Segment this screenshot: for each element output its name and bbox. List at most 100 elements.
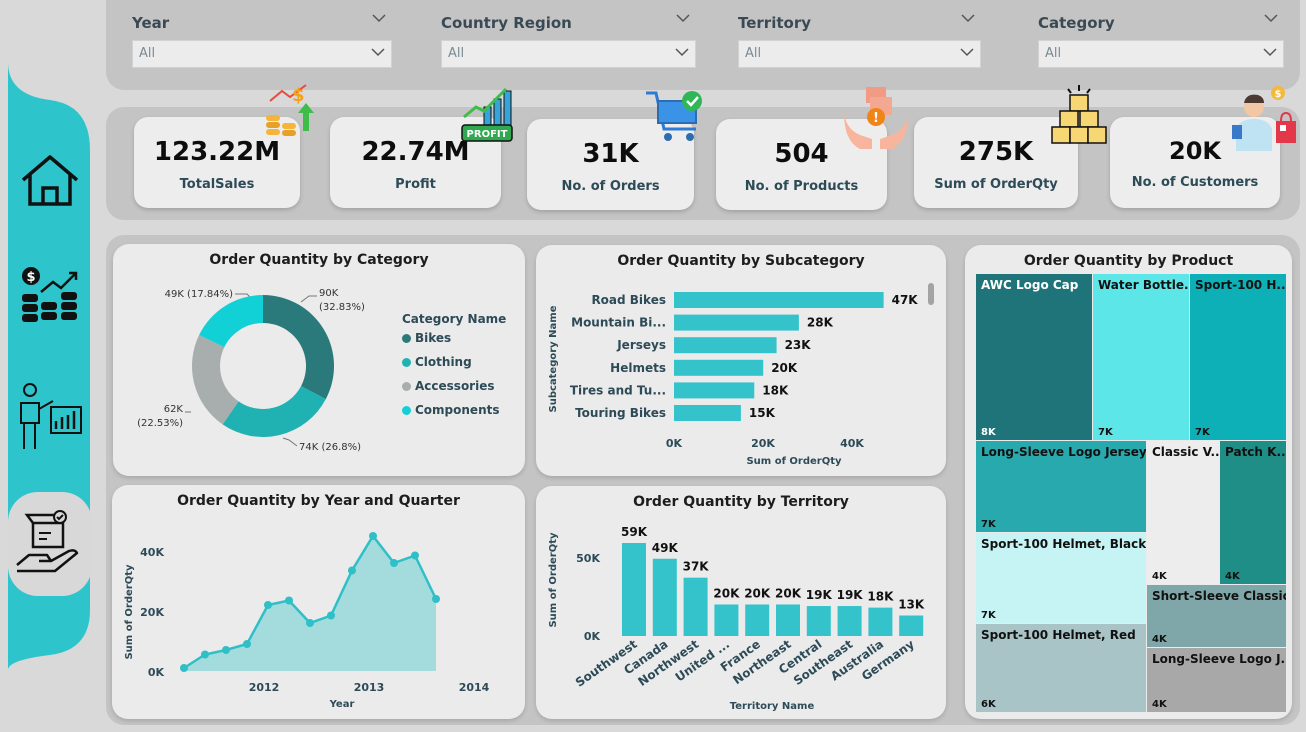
treemap-cell[interactable]: Sport-100 Helmet, Black 7K <box>976 533 1146 623</box>
x-tick-label: 40K <box>840 437 864 450</box>
nav-presentation[interactable] <box>10 375 90 455</box>
treemap-cell[interactable]: Water Bottle... 7K <box>1093 274 1189 440</box>
bar[interactable] <box>714 604 739 636</box>
bar[interactable] <box>899 615 924 636</box>
data-point[interactable] <box>264 601 272 609</box>
bar[interactable] <box>674 405 741 421</box>
donut-slice-components[interactable] <box>199 295 263 348</box>
treemap-cell[interactable]: Long-Sleeve Logo Jersey, L 7K <box>976 441 1146 532</box>
category-label: Jerseys <box>616 338 666 352</box>
data-point[interactable] <box>180 664 188 672</box>
legend-item-clothing[interactable]: Clothing <box>402 350 506 374</box>
data-point[interactable] <box>348 566 356 575</box>
treemap-cell[interactable]: Long-Sleeve Logo J... 4K <box>1147 648 1286 712</box>
bar[interactable] <box>674 382 755 399</box>
bar[interactable] <box>652 558 677 636</box>
bar[interactable] <box>745 604 770 636</box>
panel-territory: Order Quantity by Territory Sum of Order… <box>536 486 946 719</box>
bar[interactable] <box>868 607 893 636</box>
data-label: 18K <box>762 383 789 397</box>
data-point[interactable] <box>201 650 209 659</box>
filter-country-region-value: All <box>448 46 465 61</box>
x-tick-label: 2013 <box>354 681 385 694</box>
subcategory-x-axis-label: Sum of OrderQty <box>746 456 842 467</box>
data-point[interactable] <box>327 611 335 620</box>
bar[interactable] <box>674 292 884 308</box>
legend-label: Components <box>415 403 500 417</box>
data-label: 20K <box>775 586 802 600</box>
chevron-down-icon[interactable] <box>961 13 975 23</box>
data-point[interactable] <box>411 551 419 560</box>
treemap-cell-label: Water Bottle... <box>1098 278 1189 292</box>
sidebar: $ <box>0 0 100 732</box>
scrollbar[interactable] <box>928 283 934 305</box>
legend-dot <box>402 357 411 367</box>
data-point[interactable] <box>369 532 377 540</box>
filter-year-select[interactable]: All <box>132 40 392 68</box>
treemap-cell[interactable]: Classic V... 4K <box>1147 441 1219 584</box>
treemap-cell[interactable]: Sport-100 Helmet, Red 6K <box>976 624 1146 712</box>
data-label: 20K <box>744 586 771 600</box>
treemap-cell-label: Sport-100 Helmet, Red <box>981 628 1136 642</box>
treemap-cell[interactable]: Short-Sleeve Classic... 4K <box>1147 585 1286 647</box>
product-treemap[interactable]: AWC Logo Cap 8K Water Bottle... 7K Sport-100… <box>976 274 1287 712</box>
yearq-y-axis-label: Sum of OrderQty <box>124 564 135 660</box>
legend-item-bikes[interactable]: Bikes <box>402 326 506 350</box>
legend-label: Bikes <box>415 331 452 345</box>
bar[interactable] <box>674 314 799 331</box>
chevron-down-icon[interactable] <box>676 13 690 23</box>
filter-territory-label: Territory <box>738 10 981 36</box>
filter-category-select[interactable]: All <box>1038 40 1284 68</box>
treemap-cell[interactable]: Patch K... 4K <box>1220 441 1286 584</box>
x-tick-label: 2012 <box>249 681 280 694</box>
bar[interactable] <box>837 606 862 636</box>
nav-finance[interactable]: $ <box>10 255 90 335</box>
bar[interactable] <box>683 577 708 636</box>
subcategory-bar-chart[interactable]: Subcategory Name Sum of OrderQty 0K 20K … <box>536 245 946 476</box>
data-point[interactable] <box>432 595 440 603</box>
y-tick-label: 0K <box>148 666 165 679</box>
bar[interactable] <box>622 543 646 636</box>
territory-bar-chart[interactable]: Sum of OrderQty Territory Name 0K 50K 59… <box>536 486 946 719</box>
filter-country-region-select[interactable]: All <box>441 40 696 68</box>
treemap-cell[interactable]: AWC Logo Cap 8K <box>976 274 1092 440</box>
treemap-cell-value: 8K <box>981 427 996 438</box>
treemap-cell[interactable]: Sport-100 H... 7K <box>1190 274 1286 440</box>
bar[interactable] <box>776 604 800 636</box>
bar[interactable] <box>674 337 777 354</box>
y-tick-label: 0K <box>584 630 601 643</box>
legend-item-accessories[interactable]: Accessories <box>402 374 506 398</box>
category-label: Road Bikes <box>591 293 666 307</box>
boxes-stack-icon <box>1051 85 1107 144</box>
filter-country-region-label: Country Region <box>441 10 696 36</box>
data-label: 23K <box>785 338 812 352</box>
chevron-down-icon[interactable] <box>372 13 386 23</box>
filter-category-value: All <box>1045 46 1062 61</box>
treemap-cell-value: 7K <box>981 610 996 621</box>
svg-text:$: $ <box>1275 89 1282 100</box>
bar[interactable] <box>806 606 831 636</box>
year-quarter-area-chart[interactable]: Sum of OrderQty Year 0K 20K 40K 2012 201… <box>112 485 525 719</box>
donut-slice-accessories[interactable] <box>191 335 239 425</box>
chevron-down-icon[interactable] <box>1264 13 1278 23</box>
home-icon <box>21 155 79 206</box>
svg-text:!: ! <box>873 111 879 126</box>
nav-home[interactable] <box>10 140 90 220</box>
filter-territory-select[interactable]: All <box>738 40 981 68</box>
data-label: 49K <box>652 541 679 555</box>
data-point[interactable] <box>222 646 230 654</box>
data-point[interactable] <box>243 640 251 648</box>
treemap-cell-label: AWC Logo Cap <box>981 278 1079 292</box>
nav-delivery[interactable] <box>8 492 92 596</box>
treemap-cell-value: 7K <box>1098 427 1113 438</box>
x-tick-label: 2014 <box>459 681 490 694</box>
data-point[interactable] <box>306 619 314 627</box>
treemap-cell-label: Long-Sleeve Logo J... <box>1152 652 1286 666</box>
data-label: 28K <box>807 316 834 330</box>
category-donut-chart[interactable]: 49K (17.84%) 90K (32.83%) 62K (22.53%) 7… <box>113 244 403 476</box>
bar[interactable] <box>674 359 764 376</box>
legend-item-components[interactable]: Components <box>402 398 506 422</box>
data-point[interactable] <box>285 596 293 605</box>
data-point[interactable] <box>390 559 398 567</box>
donut-slice-clothing[interactable] <box>222 386 326 437</box>
